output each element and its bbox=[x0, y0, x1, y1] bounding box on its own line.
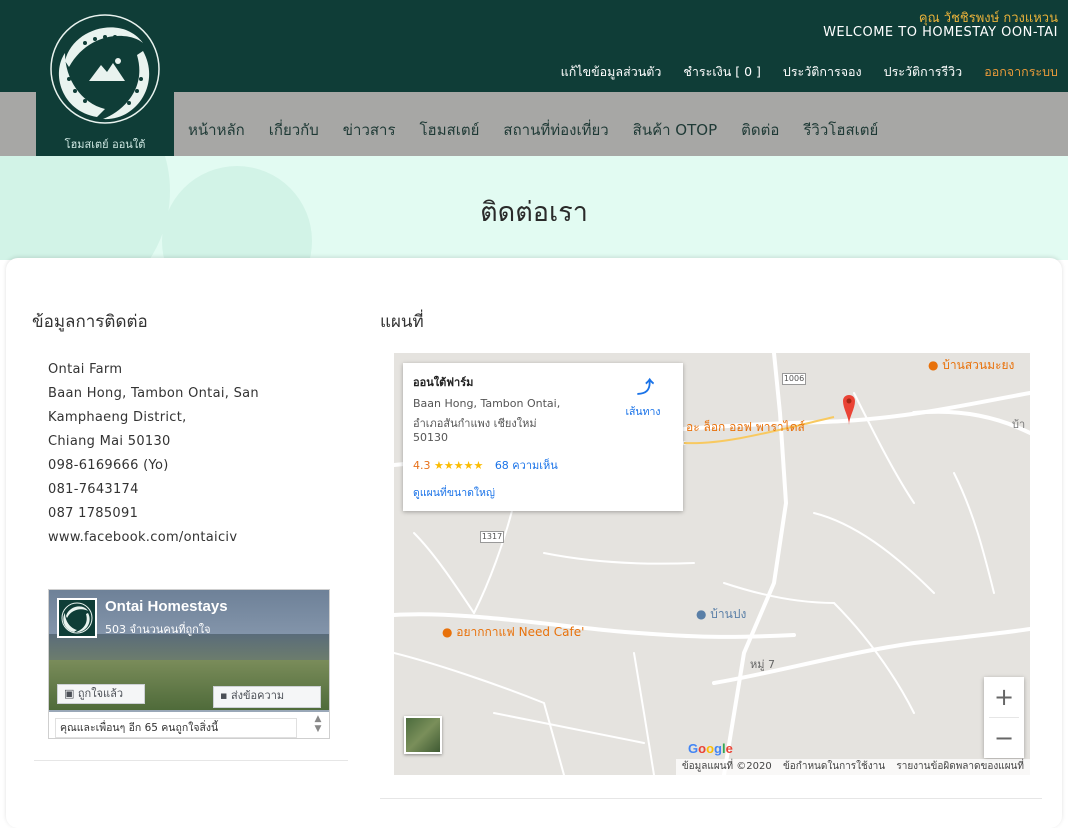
map-info-window: ออนใต้ฟาร์ม Baan Hong, Tambon Ontai, อำเ… bbox=[403, 363, 683, 511]
facebook-message-label: ส่งข้อความ bbox=[230, 689, 285, 702]
map-label-moo7: หมู่ 7 bbox=[750, 658, 775, 671]
nav-attractions[interactable]: สถานที่ท่องเที่ยว bbox=[503, 118, 608, 142]
edit-profile-link[interactable]: แก้ไขข้อมูลส่วนตัว bbox=[561, 62, 662, 82]
place-address-line: อำเภอสันกำแพง เชียงใหม่ bbox=[413, 417, 537, 430]
zoom-out-button[interactable]: − bbox=[984, 718, 1024, 758]
facebook-page-name[interactable]: Ontai Homestays bbox=[105, 598, 228, 615]
map-label-ban-pong[interactable]: ● บ้านปง bbox=[696, 605, 746, 624]
contact-address-line: Baan Hong, Tambon Ontai, San bbox=[48, 386, 259, 401]
contact-heading: ข้อมูลการติดต่อ bbox=[32, 312, 148, 332]
place-pin-icon: ● bbox=[696, 607, 711, 621]
contact-phone: 087 1785091 bbox=[48, 506, 139, 521]
contact-farm-name: Ontai Farm bbox=[48, 362, 123, 377]
payment-link[interactable]: ชำระเงิน [ 0 ] bbox=[683, 62, 760, 82]
fish-emblem-icon bbox=[61, 602, 93, 634]
booking-history-link[interactable]: ประวัติการจอง bbox=[783, 62, 862, 82]
place-name: ออนใต้ฟาร์ม bbox=[413, 376, 474, 389]
nav-homestay[interactable]: โฮมสเตย์ bbox=[420, 118, 480, 142]
facebook-page-avatar[interactable] bbox=[57, 598, 97, 638]
nav-otop[interactable]: สินค้า OTOP bbox=[633, 118, 717, 142]
contact-address-line: Chiang Mai 50130 bbox=[48, 434, 171, 449]
place-address-line: 50130 bbox=[413, 431, 448, 444]
report-error-link[interactable]: รายงานข้อผิดพลาดของแผนที่ bbox=[896, 761, 1024, 772]
divider bbox=[380, 798, 1042, 799]
place-address-line: Baan Hong, Tambon Ontai, bbox=[413, 397, 561, 410]
main-nav: หน้าหลัก เกี่ยวกับ ข่าวสาร โฮมสเตย์ สถาน… bbox=[188, 118, 878, 142]
road-number-1317: 1317 bbox=[480, 531, 504, 543]
nav-reviews[interactable]: รีวิวโฮสเตย์ bbox=[803, 118, 878, 142]
welcome-text: WELCOME TO HOMESTAY OON-TAI bbox=[823, 25, 1058, 40]
contact-address-line: Kamphaeng District, bbox=[48, 410, 187, 425]
facebook-liked-button[interactable]: ▣ ถูกใจแล้ว bbox=[57, 684, 145, 704]
facebook-liked-label: ถูกใจแล้ว bbox=[77, 687, 124, 700]
map-label-cafe[interactable]: ● อยากกาแฟ Need Cafe' bbox=[442, 623, 584, 642]
restaurant-pin-icon: ● bbox=[928, 358, 943, 372]
logo-text: โฮมสเตย์ ออนใต้ bbox=[64, 138, 146, 151]
review-history-link[interactable]: ประวัติการรีวิว bbox=[884, 62, 963, 82]
map-attribution: ข้อมูลแผนที่ ©2020 ข้อกำหนดในการใช้งาน ร… bbox=[675, 759, 1030, 775]
facebook-friends-text: คุณและเพื่อนๆ อีก 65 คนถูกใจสิ่งนี้ bbox=[55, 718, 297, 738]
account-links: แก้ไขข้อมูลส่วนตัว ชำระเงิน [ 0 ] ประวัต… bbox=[561, 62, 1058, 82]
contact-phone: 098-6169666 (Yo) bbox=[48, 458, 169, 473]
logout-link[interactable]: ออกจากระบบ bbox=[984, 62, 1058, 82]
scroll-arrows-icon[interactable]: ▲ ▼ bbox=[311, 714, 325, 738]
rating-stars-icon: ★★★★★ bbox=[434, 459, 484, 472]
terms-link[interactable]: ข้อกำหนดในการใช้งาน bbox=[783, 761, 885, 772]
facebook-like-count: 503 จำนวนคนที่ถูกใจ bbox=[105, 623, 211, 636]
map-data-credit: ข้อมูลแผนที่ ©2020 bbox=[681, 761, 772, 772]
road-number-1006: 1006 bbox=[782, 373, 806, 385]
page-title: ติดต่อเรา bbox=[480, 197, 588, 228]
contact-phone: 081-7643174 bbox=[48, 482, 139, 497]
view-larger-map-link[interactable]: ดูแผนที่ขนาดใหญ่ bbox=[413, 484, 495, 501]
nav-about[interactable]: เกี่ยวกับ bbox=[269, 118, 319, 142]
facebook-page-widget: Ontai Homestays 503 จำนวนคนที่ถูกใจ ▣ ถู… bbox=[48, 589, 330, 739]
nav-news[interactable]: ข่าวสาร bbox=[343, 118, 396, 142]
nav-contact[interactable]: ติดต่อ bbox=[741, 118, 779, 142]
contact-info: Ontai Farm Baan Hong, Tambon Ontai, San … bbox=[48, 358, 308, 550]
site-logo[interactable]: โฮมสเตย์ ออนใต้ bbox=[36, 5, 174, 156]
reviews-link[interactable]: 68 ความเห็น bbox=[495, 459, 558, 472]
map-label-ban-edge: บ้า bbox=[1012, 418, 1026, 431]
zoom-in-button[interactable]: + bbox=[984, 677, 1024, 717]
nav-home[interactable]: หน้าหลัก bbox=[188, 118, 245, 142]
cafe-pin-icon: ● bbox=[442, 625, 457, 639]
facebook-message-button[interactable]: ▪ ส่งข้อความ bbox=[213, 686, 321, 708]
rating-value: 4.3 bbox=[413, 459, 431, 472]
zoom-controls: + − bbox=[984, 677, 1024, 758]
google-logo: Google bbox=[688, 741, 733, 756]
divider bbox=[34, 760, 348, 761]
directions-link[interactable]: เส้นทาง bbox=[617, 403, 669, 420]
map-heading: แผนที่ bbox=[380, 312, 424, 332]
place-rating: 4.3 ★★★★★ 68 ความเห็น bbox=[413, 456, 558, 474]
fish-emblem-icon bbox=[50, 14, 160, 124]
message-icon: ▪ bbox=[220, 689, 231, 702]
contact-facebook-url[interactable]: www.facebook.com/ontaiciv bbox=[48, 526, 308, 550]
directions-icon[interactable]: ⤴ bbox=[637, 373, 654, 398]
google-map[interactable]: 1006 1317 ● บ้านสวนมะยง อะ ล็อก ออฟ พารา… bbox=[394, 353, 1030, 775]
map-label-resort[interactable]: อะ ล็อก ออฟ พาราไดส์ bbox=[686, 418, 805, 437]
map-label-ban-suan[interactable]: ● บ้านสวนมะยง bbox=[928, 356, 1014, 375]
facebook-like-icon: ▣ bbox=[64, 687, 78, 700]
satellite-toggle-button[interactable] bbox=[404, 716, 442, 754]
